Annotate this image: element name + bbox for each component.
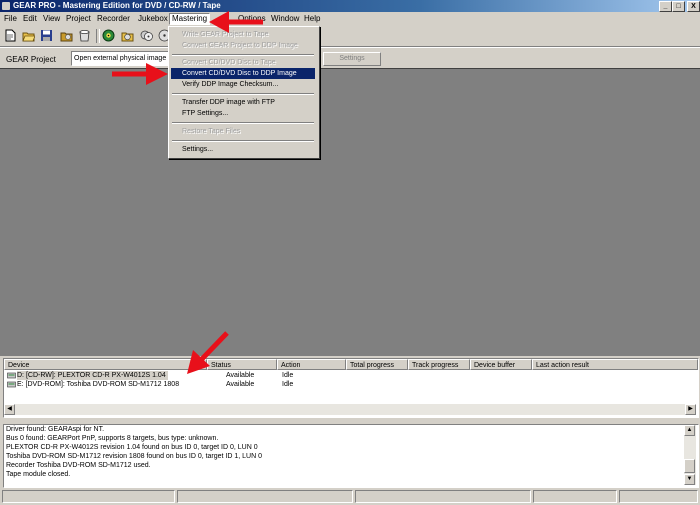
menu-window[interactable]: Window [271, 14, 299, 24]
device-row-2-status: Available [226, 381, 255, 388]
project-settings-button[interactable]: Settings [323, 52, 381, 66]
menu-restore-tape-files[interactable]: Restore Tape Files [171, 126, 315, 137]
copy-disc-icon[interactable] [140, 29, 153, 42]
status-panel [2, 490, 175, 503]
device-row-2-action: Idle [282, 381, 294, 388]
menu-transfer-ddp-ftp[interactable]: Transfer DDP image with FTP [171, 97, 315, 108]
menu-settings[interactable]: Settings... [171, 144, 315, 155]
log-line: Recorder Toshiba DVD-ROM SD-M1712 used. [6, 462, 151, 469]
menu-edit[interactable]: Edit [23, 14, 37, 24]
close-button[interactable]: X [687, 1, 700, 12]
status-panel [533, 490, 617, 503]
device-row-1-name[interactable]: D: [CD-RW]: PLEXTOR CD-R PX-W4012S 1.04 [17, 371, 168, 380]
column-total-progress[interactable]: Total progress [346, 359, 408, 370]
menu-project[interactable]: Project [66, 14, 91, 24]
open-image-icon[interactable] [60, 29, 73, 42]
log-line: PLEXTOR CD-R PX-W4012S revision 1.04 fou… [6, 444, 258, 451]
device-row-2-name[interactable]: E: [DVD-ROM]: Toshiba DVD-ROM SD-M1712 1… [17, 380, 179, 389]
minimize-button[interactable]: _ [659, 1, 672, 12]
log-output: Driver found: GEARAspi for NT. Bus 0 fou… [3, 424, 699, 488]
menu-jukebox[interactable]: Jukebox [138, 14, 168, 24]
scroll-right-arrow-icon[interactable]: ▶ [685, 404, 696, 415]
cd-drive-icon [7, 372, 16, 379]
menu-separator [172, 93, 314, 95]
annotation-arrow-icon [187, 331, 229, 374]
project-label: GEAR Project [6, 55, 56, 64]
menu-bar: File Edit View Project Recorder Jukebox … [0, 12, 700, 26]
column-track-progress[interactable]: Track progress [408, 359, 470, 370]
status-panel [619, 490, 698, 503]
disc-info-icon[interactable] [121, 29, 134, 42]
menu-ftp-settings[interactable]: FTP Settings... [171, 108, 315, 119]
annotation-arrow-icon [209, 11, 263, 33]
annotation-arrow-icon [112, 63, 168, 85]
menu-convert-gear-project-to-ddp[interactable]: Convert GEAR Project to DDP Image [171, 40, 315, 51]
status-bar [0, 489, 700, 505]
save-icon[interactable] [40, 29, 53, 42]
menu-convert-disc-to-ddp-image[interactable]: Convert CD/DVD Disc to DDP Image [171, 68, 315, 79]
scroll-up-arrow-icon[interactable]: ▲ [684, 425, 695, 436]
menu-separator [172, 140, 314, 142]
maximize-button[interactable]: □ [672, 1, 685, 12]
mastering-menu: Write GEAR Project to Tape Convert GEAR … [168, 26, 320, 159]
column-device-buffer[interactable]: Device buffer [470, 359, 532, 370]
menu-file[interactable]: File [4, 14, 17, 24]
dvd-drive-icon [7, 381, 16, 388]
window-title: GEAR PRO - Mastering Edition for DVD / C… [13, 1, 221, 10]
menu-help[interactable]: Help [304, 14, 320, 24]
record-disc-icon[interactable] [102, 29, 115, 42]
log-vertical-scrollbar[interactable]: ▲ ▼ [684, 425, 696, 485]
project-bar: GEAR Project Open external physical imag… [0, 47, 700, 69]
open-folder-icon[interactable] [22, 29, 35, 42]
menu-verify-ddp-checksum[interactable]: Verify DDP Image Checksum... [171, 79, 315, 90]
main-workspace [0, 68, 700, 356]
status-panel [355, 490, 531, 503]
new-project-icon[interactable] [4, 29, 17, 42]
menu-separator [172, 54, 314, 56]
toolbar-separator [96, 29, 100, 43]
device-row-1-action: Idle [282, 372, 294, 379]
toolbar [0, 26, 700, 47]
scroll-down-arrow-icon[interactable]: ▼ [684, 474, 695, 485]
menu-mastering[interactable]: Mastering [169, 13, 211, 25]
title-bar: GEAR PRO - Mastering Edition for DVD / C… [0, 0, 700, 12]
device-horizontal-scrollbar[interactable]: ◀ ▶ [4, 404, 696, 415]
column-action[interactable]: Action [277, 359, 346, 370]
tape-icon[interactable] [78, 29, 91, 42]
scroll-thumb[interactable] [684, 459, 695, 473]
menu-separator [172, 122, 314, 124]
app-icon [2, 2, 10, 10]
column-device[interactable]: Device [4, 359, 207, 370]
log-line: Bus 0 found: GEARPort PnP, supports 8 ta… [6, 435, 219, 442]
menu-convert-disc-to-tape[interactable]: Convert CD/DVD Disc to Tape [171, 57, 315, 68]
menu-view[interactable]: View [43, 14, 60, 24]
status-panel [177, 490, 353, 503]
scroll-left-arrow-icon[interactable]: ◀ [4, 404, 15, 415]
column-last-action-result[interactable]: Last action result [532, 359, 698, 370]
log-line: Driver found: GEARAspi for NT. [6, 426, 105, 433]
log-line: Tape module closed. [6, 471, 71, 478]
menu-recorder[interactable]: Recorder [97, 14, 130, 24]
log-line: Toshiba DVD-ROM SD-M1712 revision 1808 f… [6, 453, 263, 460]
